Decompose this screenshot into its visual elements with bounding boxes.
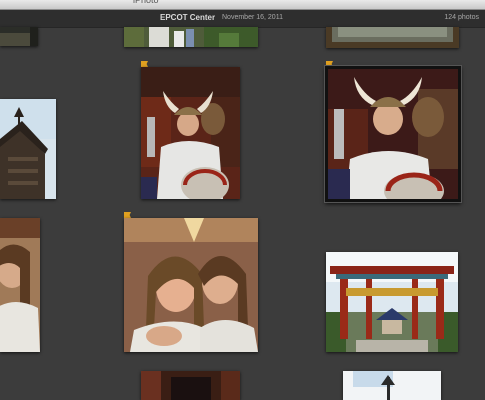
photo-thumbnail[interactable]	[124, 27, 258, 47]
photo-thumbnail[interactable]	[141, 67, 240, 199]
photo-thumbnail-selected[interactable]	[325, 66, 461, 202]
photo-count: 124 photos	[444, 14, 479, 21]
photo-thumbnail[interactable]	[0, 218, 40, 352]
window-titlebar: iPhoto	[0, 0, 485, 10]
event-title: EPCOT Center	[160, 13, 216, 22]
event-header: EPCOT Center November 16, 2011 124 photo…	[0, 10, 485, 28]
photo-thumbnail[interactable]	[124, 218, 258, 352]
iphoto-window: iPhoto EPCOT Center November 16, 2011 12…	[0, 0, 485, 400]
photo-thumbnail[interactable]	[343, 371, 441, 400]
photo-thumbnail[interactable]	[0, 27, 38, 46]
photo-thumbnail[interactable]	[141, 371, 240, 400]
photo-thumbnail[interactable]	[326, 252, 458, 352]
photo-thumbnail[interactable]	[326, 27, 459, 48]
event-date: November 16, 2011	[222, 14, 283, 21]
app-title: iPhoto	[133, 0, 159, 5]
photo-thumbnail[interactable]	[0, 99, 56, 199]
